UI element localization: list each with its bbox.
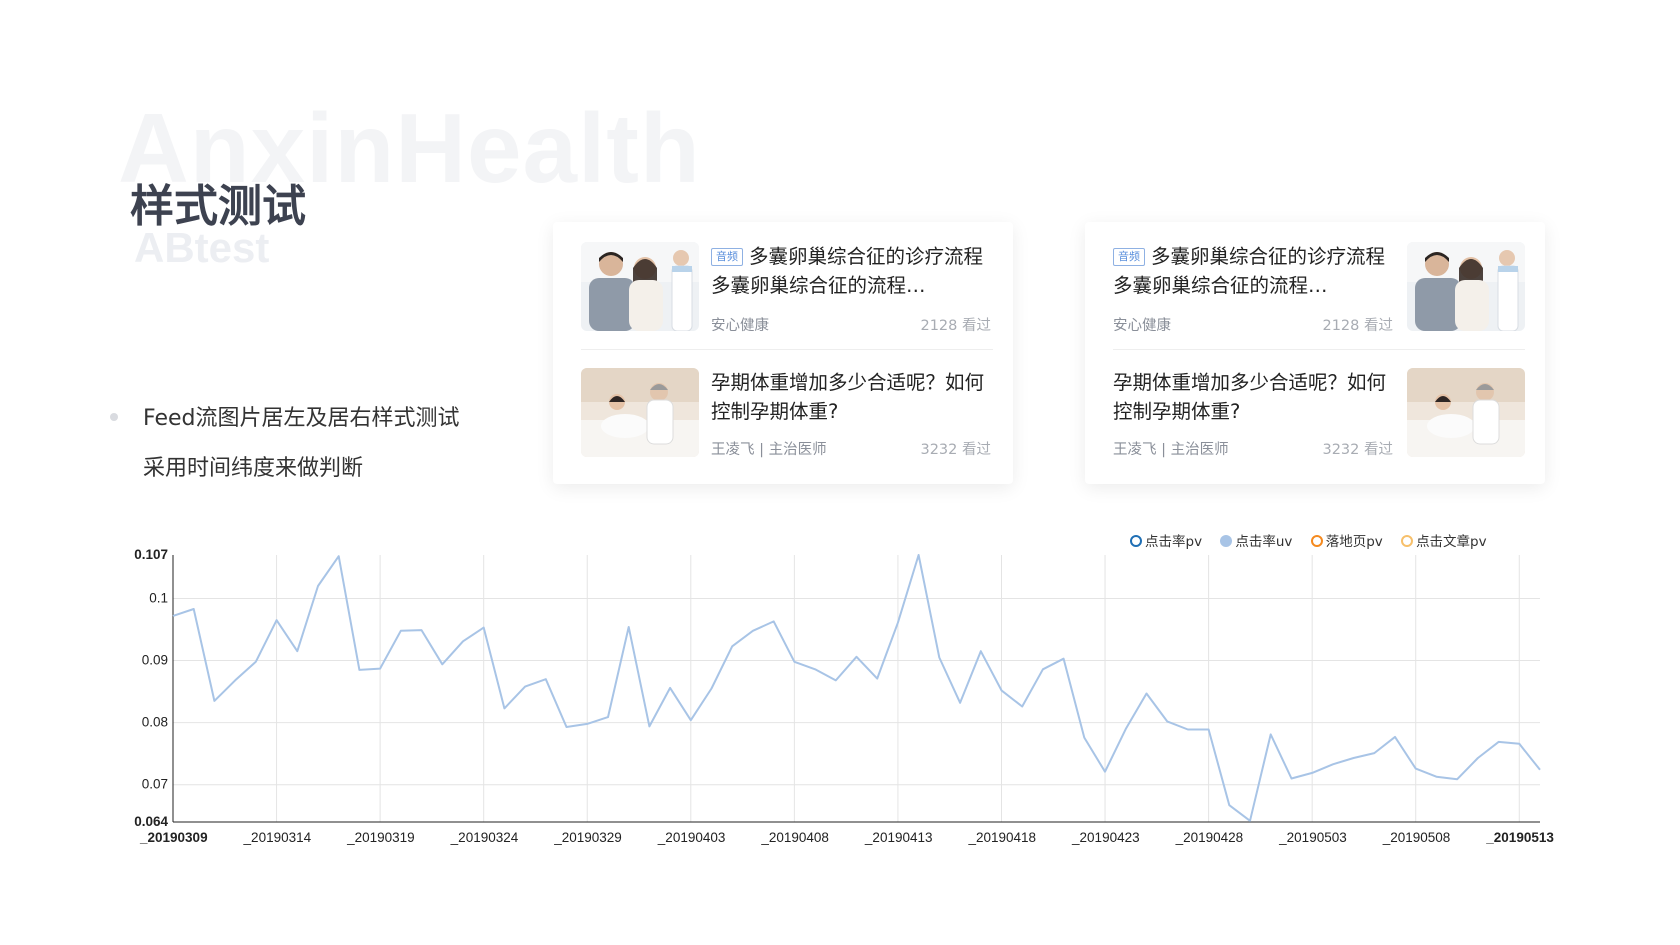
feed-meta: 安心健康 2128 看过 xyxy=(1113,314,1393,335)
feed-headline-text: 多囊卵巢综合征的诊疗流程多囊卵巢综合征的流程… xyxy=(1113,245,1386,297)
audio-tag: 音频 xyxy=(711,248,743,266)
bullet-text-1: Feed流图片居左及居右样式测试 xyxy=(143,406,460,431)
x-tick-label: _20190513 xyxy=(1485,830,1554,845)
x-tick-label: _20190403 xyxy=(657,830,726,845)
feed-item[interactable]: 孕期体重增加多少合适呢？如何控制孕期体重? 王凌飞 | 主治医师 3232 看过 xyxy=(1113,368,1525,464)
series-line-点击率uv xyxy=(172,554,1541,822)
feed-card-image-left: 音频 多囊卵巢综合征的诊疗流程多囊卵巢综合征的流程… 安心健康 2128 看过 孕 xyxy=(553,222,1013,484)
x-tick-label: _20190508 xyxy=(1382,830,1451,845)
feed-meta: 安心健康 2128 看过 xyxy=(711,314,991,335)
bullet-text-2: 采用时间纬度来做判断 xyxy=(143,456,364,481)
feed-source: 王凌飞 | 主治医师 xyxy=(1113,442,1229,458)
x-tick-label: _20190309 xyxy=(139,830,208,845)
x-tick-label: _20190418 xyxy=(967,830,1036,845)
x-tick-label: _20190503 xyxy=(1278,830,1347,845)
couple-with-nurse-image xyxy=(1407,242,1525,331)
feed-source: 安心健康 xyxy=(711,318,769,334)
doctor-with-pregnant-patient-image xyxy=(1407,368,1525,457)
x-tick-label: _20190314 xyxy=(243,830,312,845)
x-tick-label: _20190413 xyxy=(864,830,933,845)
feed-meta: 王凌飞 | 主治医师 3232 看过 xyxy=(711,438,991,459)
feed-divider xyxy=(581,349,993,350)
audio-tag: 音频 xyxy=(1113,248,1145,266)
doctor-with-pregnant-patient-image xyxy=(581,368,699,457)
y-tick-label: 0.08 xyxy=(142,715,168,730)
y-tick-label: 0.064 xyxy=(134,814,168,829)
feed-views: 2128 看过 xyxy=(1322,318,1393,334)
feed-headline-text: 多囊卵巢综合征的诊疗流程多囊卵巢综合征的流程… xyxy=(711,245,984,297)
x-tick-label: _20190423 xyxy=(1071,830,1140,845)
x-tick-label: _20190319 xyxy=(346,830,415,845)
couple-with-nurse-image xyxy=(581,242,699,331)
feed-item[interactable]: 音频 多囊卵巢综合征的诊疗流程多囊卵巢综合征的流程… 安心健康 2128 看过 xyxy=(1113,242,1525,338)
feed-card-image-right: 音频多囊卵巢综合征的诊疗流程多囊卵巢综合征的流程… 安心健康 2128 看过 xyxy=(1085,222,1545,484)
line-chart: 0.064 0.07 0.08 0.09 0.1 0.107 _20190309 _20190… xyxy=(134,547,1554,845)
feed-divider xyxy=(1113,349,1525,350)
feed-views: 3232 看过 xyxy=(920,442,991,458)
page-subtitle: ABtest xyxy=(134,224,270,271)
bullet-dot-icon xyxy=(110,413,118,421)
y-tick-label: 0.1 xyxy=(149,590,168,605)
feed-source: 王凌飞 | 主治医师 xyxy=(711,442,827,458)
feed-views: 2128 看过 xyxy=(920,318,991,334)
feed-views: 3232 看过 xyxy=(1322,442,1393,458)
feed-meta: 王凌飞 | 主治医师 3232 看过 xyxy=(1113,438,1393,459)
x-tick-label: _20190329 xyxy=(553,830,622,845)
x-tick-label: _20190428 xyxy=(1175,830,1244,845)
feed-source: 安心健康 xyxy=(1113,318,1171,334)
feed-headline[interactable]: 孕期体重增加多少合适呢？如何控制孕期体重? xyxy=(1113,368,1393,428)
feed-headline[interactable]: 音频 多囊卵巢综合征的诊疗流程多囊卵巢综合征的流程… xyxy=(711,242,991,302)
feed-item[interactable]: 孕期体重增加多少合适呢？如何控制孕期体重? 王凌飞 | 主治医师 3232 看过 xyxy=(581,368,993,464)
feed-headline[interactable]: 音频 多囊卵巢综合征的诊疗流程多囊卵巢综合征的流程… xyxy=(1113,242,1393,302)
y-tick-label: 0.107 xyxy=(134,547,168,562)
x-tick-label: _20190324 xyxy=(450,830,519,845)
y-tick-label: 0.09 xyxy=(142,653,168,668)
y-tick-label: 0.07 xyxy=(142,777,168,792)
feed-item[interactable]: 音频 多囊卵巢综合征的诊疗流程多囊卵巢综合征的流程… 安心健康 2128 看过 xyxy=(581,242,993,338)
x-tick-label: _20190408 xyxy=(760,830,829,845)
feed-headline[interactable]: 孕期体重增加多少合适呢？如何控制孕期体重? xyxy=(711,368,991,428)
